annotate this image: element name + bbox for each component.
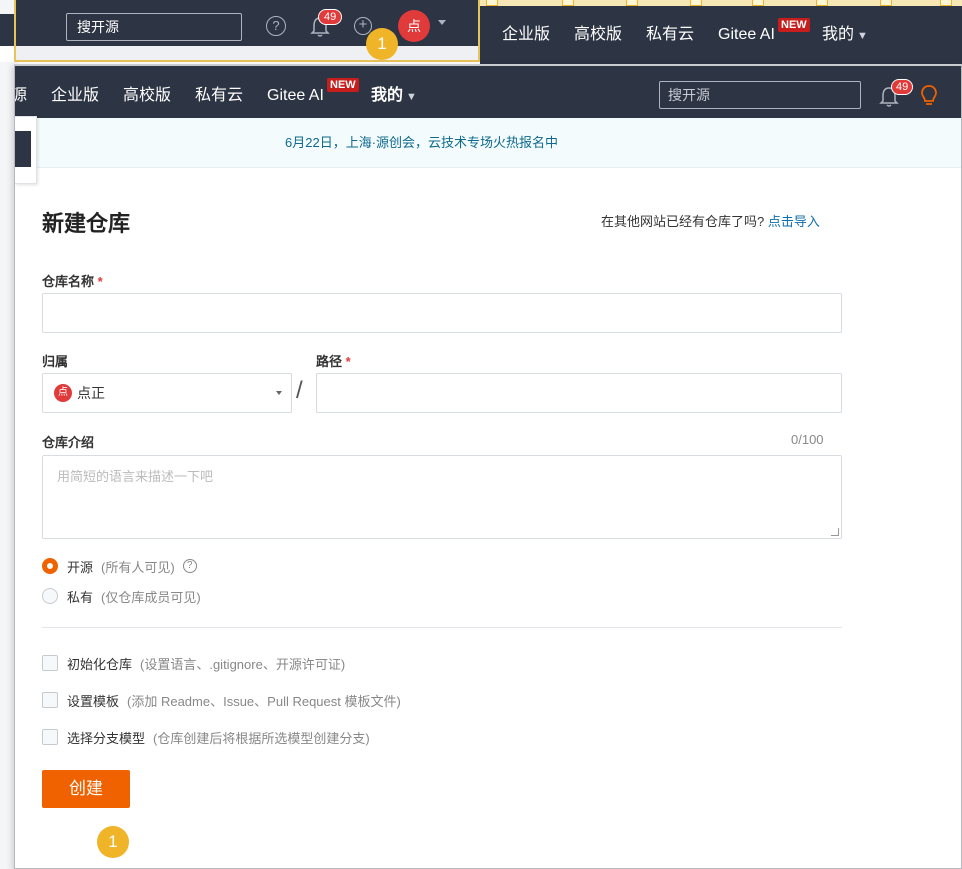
page-title: 新建仓库 [42,211,131,236]
option-branch-model-label: 选择分支模型 [67,730,146,746]
chevron-down-icon [276,391,282,395]
resize-handle-icon[interactable] [830,528,840,536]
path-label: 路径 * [316,354,351,369]
option-template-hint: (添加 Readme、Issue、Pull Request 模板文件) [127,693,401,709]
description-textarea[interactable]: 用简短的语言来描述一下吧 [42,455,842,539]
visibility-option-public[interactable]: 开源 (所有人可见) ? [42,556,197,576]
visibility-public-hint: (所有人可见) [101,559,175,575]
description-label: 仓库介绍 [42,435,95,450]
checkbox[interactable] [42,655,58,671]
description-char-count: 0/100 [791,432,824,447]
chevron-down-icon[interactable] [438,20,446,25]
search-input[interactable] [659,81,861,109]
help-icon[interactable]: ? [266,16,286,36]
mini-nav-bar: 搜开源 ? 49 + 点 [16,0,478,46]
checkbox[interactable] [42,692,58,708]
nav-item-gitee-ai[interactable]: Gitee AI [267,66,324,118]
background-nav-gitee-ai: Gitee AI [718,26,775,43]
owner-label: 归属 [42,354,69,369]
lightbulb-icon[interactable] [919,84,939,108]
nav-item-enterprise[interactable]: 企业版 [51,66,99,118]
option-template-label: 设置模板 [67,693,120,709]
radio-selected-icon[interactable] [42,558,58,574]
new-badge: NEW [327,78,359,92]
background-nav-university: 高校版 [574,26,623,43]
option-init-repo-hint: (设置语言、.gitignore、开源许可证) [140,656,346,672]
path-separator: / [296,377,303,404]
background-new-badge: NEW [778,18,810,32]
background-nav-enterprise: 企业版 [502,26,551,43]
background-nav-bar: 企业版 高校版 私有云 Gitee AI NEW 我的 ▼ [480,6,962,64]
main-window: 源 企业版 高校版 私有云 Gitee AI NEW 我的▼ 49 6月22日，… [14,64,962,869]
chevron-down-icon: ▼ [406,91,417,103]
create-button[interactable]: 创建 [42,770,130,808]
notification-badge: 49 [891,79,914,95]
announcement-link[interactable]: 6月22日，上海·源创会，云技术专场火热报名中 [285,118,558,168]
nav-item-university[interactable]: 高校版 [123,66,171,118]
avatar[interactable]: 点 [398,10,430,42]
path-input[interactable] [316,373,842,413]
notification-badge: 49 [318,9,343,25]
nav-item-private-cloud[interactable]: 私有云 [195,66,243,118]
visibility-public-label: 开源 [67,559,94,575]
radio-unselected-icon[interactable] [42,588,58,604]
visibility-private-hint: (仅仓库成员可见) [101,589,201,605]
owner-select[interactable]: 点 点正 [42,373,292,413]
step-hint-badge: 1 [97,826,129,858]
owner-avatar: 点 [54,384,72,402]
repo-name-input[interactable] [42,293,842,333]
repo-name-label: 仓库名称 * [42,274,103,289]
step-hint-badge: 1 [366,28,398,60]
import-link[interactable]: 点击导入 [768,214,820,229]
option-branch-model[interactable]: 选择分支模型 (仓库创建后将根据所选模型创建分支) [42,727,370,747]
mini-search-input[interactable]: 搜开源 [66,13,242,41]
import-prompt: 在其他网站已经有仓库了吗? 点击导入 [601,214,820,229]
visibility-option-private[interactable]: 私有 (仅仓库成员可见) [42,586,201,606]
divider [42,627,842,628]
checkbox[interactable] [42,729,58,745]
background-nav-private-cloud: 私有云 [646,26,695,43]
side-panel-tab[interactable] [15,116,37,184]
announcement-bar: 6月22日，上海·源创会，云技术专场火热报名中 [15,118,961,168]
visibility-private-label: 私有 [67,589,94,605]
option-template[interactable]: 设置模板 (添加 Readme、Issue、Pull Request 模板文件) [42,690,401,710]
top-nav-bar: 源 企业版 高校版 私有云 Gitee AI NEW 我的▼ 49 [15,66,961,118]
mini-window: 搜开源 ? 49 + 点 [14,0,480,62]
description-placeholder: 用简短的语言来描述一下吧 [57,469,214,484]
owner-value: 点正 [77,385,105,401]
nav-item-mine[interactable]: 我的 ▼ [371,66,417,118]
nav-item-open-source[interactable]: 源 [15,66,27,118]
option-init-repo-label: 初始化仓库 [67,656,133,672]
chevron-down-icon: ▼ [857,30,868,42]
background-nav-mine: 我的 ▼ [822,26,868,43]
question-icon[interactable]: ? [182,559,197,573]
option-init-repo[interactable]: 初始化仓库 (设置语言、.gitignore、开源许可证) [42,653,345,673]
option-branch-model-hint: (仓库创建后将根据所选模型创建分支) [153,730,370,746]
